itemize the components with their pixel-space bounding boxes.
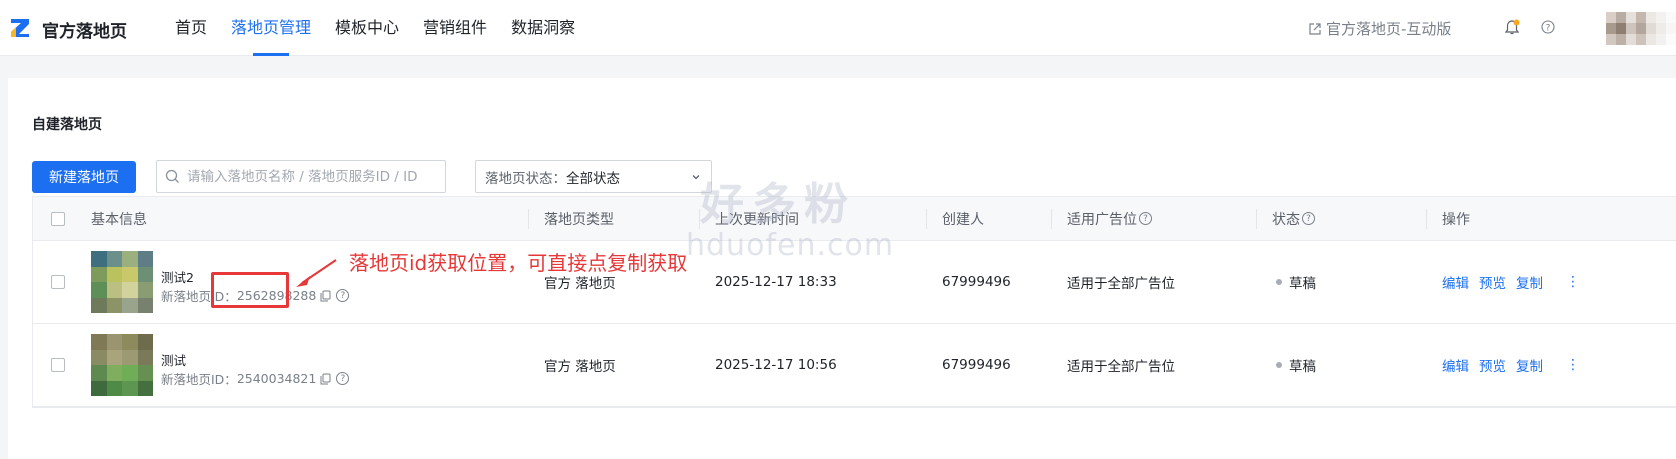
- annotation-highlight-box: [211, 272, 289, 308]
- nav-template-center[interactable]: 模板中心: [335, 0, 399, 56]
- page-thumbnail[interactable]: [91, 251, 153, 313]
- status-filter-value: 全部状态: [566, 170, 620, 187]
- notification-bell-icon[interactable]: [1504, 19, 1520, 36]
- edit-link[interactable]: 编辑: [1442, 355, 1469, 375]
- interactive-version-link[interactable]: 官方落地页-互动版: [1308, 18, 1451, 39]
- annotation-arrow-icon: [296, 259, 337, 287]
- column-creator: 创建人: [942, 211, 984, 228]
- page-id-help-icon[interactable]: ?: [336, 372, 350, 385]
- page-thumbnail[interactable]: [91, 334, 153, 396]
- new-landing-page-button[interactable]: 新建落地页: [32, 161, 136, 193]
- nav-marketing-components[interactable]: 营销组件: [423, 0, 487, 56]
- creator: 67999496: [942, 357, 1011, 373]
- preview-link[interactable]: 预览: [1479, 272, 1506, 292]
- more-actions-icon[interactable]: ⋮: [1566, 357, 1580, 373]
- column-divider: [1051, 209, 1052, 229]
- preview-link[interactable]: 预览: [1479, 355, 1506, 375]
- svg-text:?: ?: [1546, 24, 1551, 34]
- watermark-domain: hduofen.com: [686, 228, 895, 263]
- top-navigation-bar: 官方落地页 首页 落地页管理 模板中心 营销组件 数据洞察 官方落地页-互动版 …: [0, 0, 1676, 56]
- status-filter-select[interactable]: 落地页状态： 全部状态: [475, 160, 712, 193]
- column-divider: [1426, 209, 1427, 229]
- help-icon[interactable]: ?: [1541, 20, 1555, 34]
- last-updated: 2025-12-17 18:33: [715, 274, 837, 290]
- column-status: 状态: [1272, 211, 1300, 228]
- main-nav: 首页 落地页管理 模板中心 营销组件 数据洞察: [175, 0, 599, 56]
- external-link-icon: [1309, 22, 1321, 35]
- user-avatar[interactable]: [1606, 12, 1676, 45]
- column-divider: [926, 209, 927, 229]
- annotation-text: 落地页id获取位置，可直接点复制获取: [349, 251, 688, 275]
- status-text: 草稿: [1289, 276, 1316, 292]
- column-divider: [1256, 209, 1257, 229]
- table-row: 测试 新落地页ID： 2540034821 ? 官方 落地页 2025-12-1…: [33, 324, 1676, 407]
- status-dot: [1276, 279, 1282, 285]
- brand-name[interactable]: 官方落地页: [42, 17, 127, 42]
- status-dot: [1276, 362, 1282, 368]
- column-page-type: 落地页类型: [544, 211, 614, 228]
- row-checkbox[interactable]: [51, 275, 65, 289]
- nav-landing-page-management[interactable]: 落地页管理: [231, 0, 311, 56]
- column-divider: [528, 209, 529, 229]
- page-id-label: 新落地页ID：: [161, 372, 237, 387]
- copy-link[interactable]: 复制: [1516, 272, 1543, 292]
- page-id: 新落地页ID： 2540034821 ?: [161, 369, 350, 388]
- ad-placement: 适用于全部广告位: [1067, 359, 1175, 375]
- edit-link[interactable]: 编辑: [1442, 272, 1469, 292]
- select-all-checkbox[interactable]: [51, 211, 65, 226]
- nav-home[interactable]: 首页: [175, 0, 207, 56]
- more-actions-icon[interactable]: ⋮: [1566, 274, 1580, 290]
- page-name[interactable]: 测试: [161, 350, 186, 369]
- brand-logo-icon[interactable]: [8, 16, 32, 40]
- copy-link[interactable]: 复制: [1516, 355, 1543, 375]
- page-type: 官方 落地页: [544, 359, 616, 375]
- copy-icon[interactable]: [320, 373, 331, 385]
- interactive-version-label: 官方落地页-互动版: [1326, 20, 1452, 38]
- status-text: 草稿: [1289, 359, 1316, 375]
- creator: 67999496: [942, 274, 1011, 290]
- page-id-value[interactable]: 2540034821: [237, 371, 317, 386]
- column-basic-info: 基本信息: [91, 211, 147, 228]
- last-updated: 2025-12-17 10:56: [715, 357, 837, 373]
- ad-placement: 适用于全部广告位: [1067, 276, 1175, 292]
- landing-page-list-card: 自建落地页 新建落地页 落地页状态： 全部状态 基本信息 落地页类型 上次更新时…: [8, 78, 1676, 459]
- row-checkbox[interactable]: [51, 358, 65, 372]
- search-input[interactable]: [187, 168, 437, 185]
- search-box[interactable]: [156, 160, 446, 193]
- status-help-icon[interactable]: ?: [1302, 212, 1315, 225]
- placement-help-icon[interactable]: ?: [1139, 212, 1152, 225]
- nav-data-insights[interactable]: 数据洞察: [511, 0, 575, 56]
- status-filter-label: 落地页状态：: [485, 170, 566, 187]
- column-actions: 操作: [1442, 211, 1470, 228]
- search-icon: [165, 169, 179, 183]
- page-name[interactable]: 测试2: [161, 267, 194, 286]
- section-title: 自建落地页: [32, 117, 102, 133]
- watermark-text: 好多粉: [700, 179, 856, 230]
- column-ad-placement: 适用广告位: [1067, 211, 1137, 228]
